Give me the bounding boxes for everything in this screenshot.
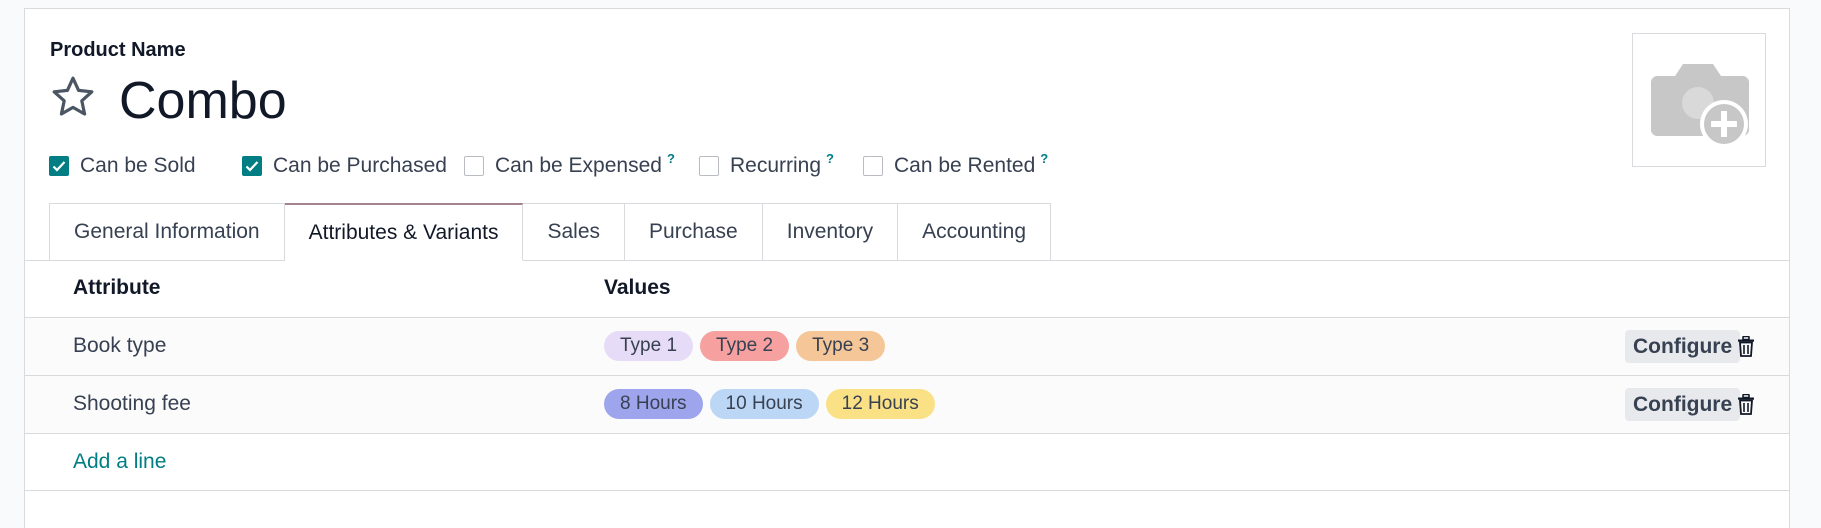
- checkbox-unchecked[interactable]: [464, 156, 484, 176]
- star-icon[interactable]: [49, 73, 97, 121]
- tab-inventory[interactable]: Inventory: [762, 203, 899, 261]
- product-name-label: Product Name: [50, 39, 186, 61]
- tab-attributes-variants[interactable]: Attributes & Variants: [284, 203, 524, 261]
- tab-sales[interactable]: Sales: [523, 203, 626, 261]
- value-tag: 8 Hours: [604, 389, 703, 419]
- can-be-expensed-checkbox[interactable]: Can be Expensed ?: [464, 151, 675, 181]
- value-tag: Type 3: [796, 331, 886, 361]
- value-tag: 12 Hours: [825, 389, 935, 419]
- product-form-sheet: Product Name Combo Can be Sold Can be Pu…: [24, 8, 1790, 528]
- help-tooltip-icon[interactable]: ?: [667, 151, 675, 166]
- recurring-checkbox[interactable]: Recurring ?: [699, 151, 834, 181]
- check-icon: [245, 161, 259, 172]
- checkbox-checked[interactable]: [49, 156, 69, 176]
- attribute-values: Type 1 Type 2 Type 3: [604, 331, 886, 361]
- configure-button[interactable]: Configure: [1625, 388, 1741, 421]
- form-tabs: General Information Attributes & Variant…: [49, 203, 1052, 261]
- checkbox-unchecked[interactable]: [863, 156, 883, 176]
- attribute-lines-table: Attribute Values Book type Type 1 Type 2…: [25, 261, 1789, 491]
- checkbox-label: Can be Rented: [894, 154, 1036, 177]
- checkbox-label: Can be Sold: [80, 154, 196, 177]
- checkbox-checked[interactable]: [242, 156, 262, 176]
- table-row[interactable]: Shooting fee 8 Hours 10 Hours 12 Hours C…: [25, 376, 1789, 434]
- check-icon: [52, 161, 66, 172]
- product-name-input[interactable]: Combo: [119, 69, 287, 133]
- value-tag: 10 Hours: [709, 389, 819, 419]
- checkbox-label: Can be Expensed: [495, 154, 662, 177]
- column-header-attribute[interactable]: Attribute: [73, 276, 161, 300]
- can-be-purchased-checkbox[interactable]: Can be Purchased: [242, 151, 447, 181]
- help-tooltip-icon[interactable]: ?: [1040, 151, 1048, 166]
- trash-icon[interactable]: [1737, 336, 1755, 357]
- tab-purchase[interactable]: Purchase: [625, 203, 763, 261]
- camera-add-icon: [1651, 64, 1749, 148]
- value-tag: Type 1: [604, 331, 694, 361]
- checkbox-label: Can be Purchased: [273, 154, 447, 177]
- attribute-values: 8 Hours 10 Hours 12 Hours: [604, 389, 935, 419]
- checkbox-label: Recurring: [730, 154, 822, 177]
- table-header: Attribute Values: [25, 261, 1789, 318]
- add-line-row: Add a line: [25, 434, 1789, 491]
- checkbox-unchecked[interactable]: [699, 156, 719, 176]
- tab-accounting[interactable]: Accounting: [898, 203, 1052, 261]
- can-be-sold-checkbox[interactable]: Can be Sold: [49, 151, 196, 181]
- value-tag: Type 2: [700, 331, 790, 361]
- trash-icon[interactable]: [1737, 394, 1755, 415]
- help-tooltip-icon[interactable]: ?: [826, 151, 834, 166]
- attribute-name: Shooting fee: [73, 392, 191, 415]
- can-be-rented-checkbox[interactable]: Can be Rented ?: [863, 151, 1048, 181]
- column-header-values[interactable]: Values: [604, 276, 671, 300]
- add-line-link[interactable]: Add a line: [73, 450, 166, 474]
- table-row[interactable]: Book type Type 1 Type 2 Type 3 Configure: [25, 318, 1789, 376]
- attribute-name: Book type: [73, 334, 167, 357]
- configure-button[interactable]: Configure: [1625, 330, 1741, 363]
- product-image-field[interactable]: [1632, 33, 1766, 167]
- tab-general-information[interactable]: General Information: [49, 203, 285, 261]
